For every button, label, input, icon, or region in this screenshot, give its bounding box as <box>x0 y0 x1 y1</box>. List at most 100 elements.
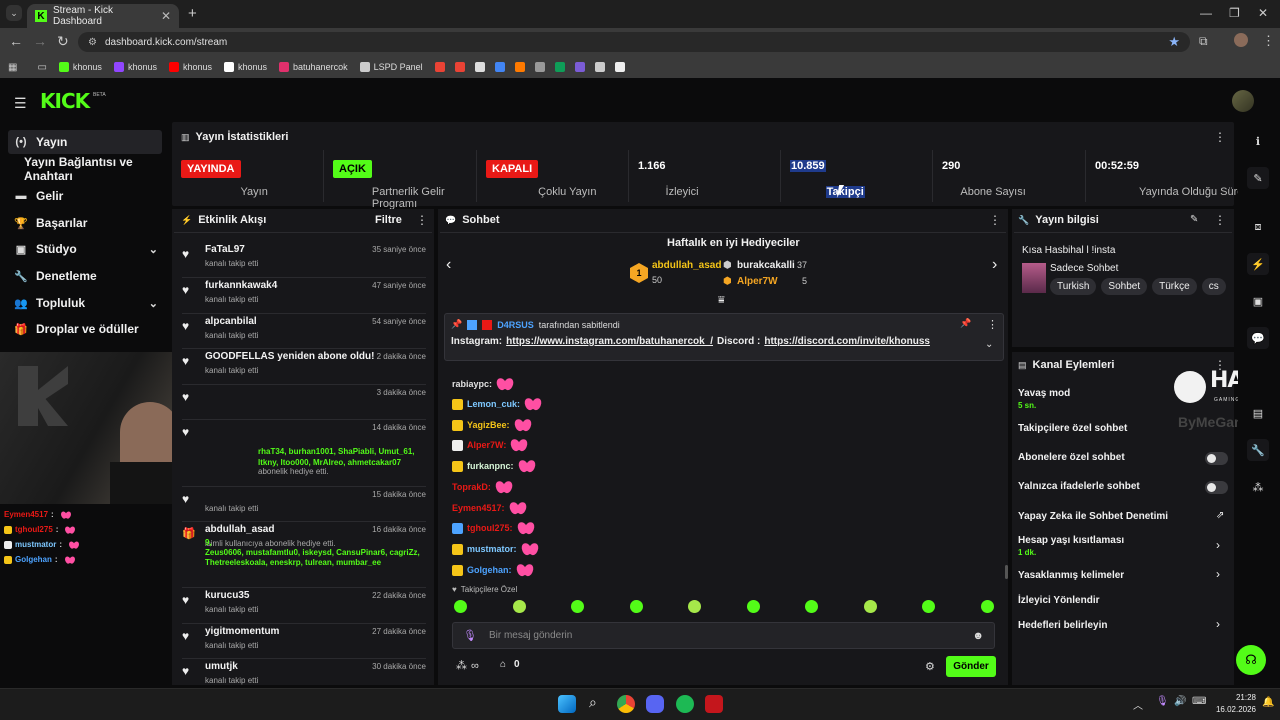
event-username[interactable]: umutjk <box>205 661 238 672</box>
chat-input[interactable]: 🎙 Bir mesaj gönderin ☻ <box>452 622 995 649</box>
chat-message[interactable]: rabiaypc: <box>452 376 514 392</box>
stream-tag[interactable]: Turkish <box>1050 278 1097 295</box>
collapse-pinned-icon[interactable]: ⌄ <box>985 339 993 350</box>
volume-icon[interactable]: 🔊 <box>1174 696 1186 707</box>
category-name[interactable]: Sadece Sohbet <box>1050 263 1118 274</box>
event-username[interactable]: kurucu35 <box>205 590 249 601</box>
wrench-rail-icon[interactable]: 🔧 <box>1247 439 1269 461</box>
external-link-icon[interactable]: ⇗ <box>1216 510 1224 521</box>
viewer-redirect-label[interactable]: İzleyici Yönlendir <box>1018 595 1100 606</box>
channel-points[interactable]: ⁂ ∞ <box>456 659 479 673</box>
browser-tab[interactable]: K Stream - Kick Dashboard ✕ <box>27 4 179 28</box>
sidebar-item[interactable]: 🔧 Denetleme <box>8 264 162 288</box>
network-icon[interactable]: ⌨ <box>1192 696 1206 707</box>
event-item[interactable]: ♥ kurucu35 kanalı takip etti 22 dakika önce <box>182 590 426 626</box>
send-button[interactable]: Gönder <box>946 656 996 677</box>
event-item[interactable]: ♥ FaTaL97 kanalı takip etti 35 saniye önce <box>182 244 426 280</box>
video-icon[interactable]: ▣ <box>1247 290 1269 312</box>
app-bookmark-icon[interactable] <box>514 62 525 72</box>
ai-moderation-label[interactable]: Yapay Zeka ile Sohbet Denetimi <box>1018 511 1168 522</box>
user-avatar[interactable] <box>1232 90 1254 112</box>
account-age-label[interactable]: Hesap yaşı kısıtlaması <box>1018 535 1124 546</box>
sheets-bookmark-icon[interactable] <box>554 62 565 72</box>
chat-message[interactable]: ToprakD: <box>452 479 513 495</box>
forward-button[interactable]: → <box>33 33 47 49</box>
followers-chat-label[interactable]: Takipçilere özel sohbet <box>1018 423 1127 434</box>
quick-emote-icon[interactable] <box>629 600 643 613</box>
sidebar-item[interactable]: (•) Yayın <box>8 130 162 154</box>
quick-emote-icon[interactable] <box>688 600 702 613</box>
maximize-button[interactable]: ❐ <box>1229 6 1240 20</box>
address-bar[interactable]: ⚙ dashboard.kick.com/stream ★ <box>78 32 1190 52</box>
chevron-down-icon[interactable]: ⌄ <box>149 243 158 256</box>
mic-tray-icon[interactable]: 🎙 <box>1156 696 1169 707</box>
event-item[interactable]: ♥ kanalı takip etti 15 dakika önce <box>182 489 426 524</box>
gifter-2-name[interactable]: burakcakalli <box>737 260 795 271</box>
search-icon[interactable]: ⌕ <box>589 694 597 711</box>
quick-emote-icon[interactable] <box>512 600 526 613</box>
expand-gifters-icon[interactable]: ⩸ <box>718 294 725 307</box>
bookmark-item[interactable]: khonus <box>168 62 212 72</box>
sidebar-item[interactable]: Yayın Bağlantısı ve Anahtarı <box>8 155 162 183</box>
spotify-taskbar-icon[interactable] <box>676 695 694 713</box>
category-thumbnail[interactable] <box>1022 263 1046 293</box>
chat-settings-icon[interactable]: ⚙ <box>925 660 935 673</box>
gifter-3-name[interactable]: Alper7W <box>737 276 778 287</box>
chat-message[interactable]: furkanpnc: <box>452 458 536 474</box>
info-icon[interactable]: ℹ <box>1247 130 1269 152</box>
chat-username[interactable]: YagizBee: <box>467 420 510 430</box>
banned-words-label[interactable]: Yasaklanmış kelimeler <box>1018 570 1124 581</box>
event-item[interactable]: ♥ 3 dakika önce <box>182 387 426 422</box>
reload-button[interactable]: ↻ <box>57 33 69 50</box>
sidebar-item[interactable]: ▣ Stüdyo ⌄ <box>8 237 162 261</box>
start-button[interactable] <box>558 695 576 713</box>
notifications-icon[interactable]: 🔔 <box>1262 697 1274 708</box>
chat-username[interactable]: rabiaypc: <box>452 379 492 389</box>
prev-gifters-button[interactable]: ‹ <box>446 256 451 274</box>
app-taskbar-icon[interactable] <box>705 695 723 713</box>
gifter-1-name[interactable]: abdullah_asad <box>652 260 721 271</box>
quick-emote-icon[interactable] <box>746 600 760 613</box>
clock-date[interactable]: 16.02.2026 <box>1208 705 1256 714</box>
lightning-rail-icon[interactable]: ⚡ <box>1247 253 1269 275</box>
set-goals-label[interactable]: Hedefleri belirleyin <box>1018 620 1107 631</box>
chevron-right-icon[interactable]: › <box>1216 567 1220 581</box>
stream-tag[interactable]: Sohbet <box>1101 278 1148 295</box>
next-gifters-button[interactable]: › <box>992 256 997 274</box>
discord-taskbar-icon[interactable] <box>646 695 664 713</box>
minimize-button[interactable]: — <box>1200 6 1212 20</box>
kick-logo[interactable]: KICK <box>40 89 90 113</box>
apps-grid-icon[interactable]: ▦ <box>8 62 17 73</box>
chat-message[interactable]: Alper7W: <box>452 437 528 453</box>
emotes-chat-toggle[interactable] <box>1205 481 1228 494</box>
stream-info-more-icon[interactable]: ⋮ <box>1214 213 1226 227</box>
chat-message[interactable]: Eymen4517: <box>452 500 527 516</box>
bookmark-item[interactable]: khonus <box>58 62 102 72</box>
chat-username[interactable]: furkanpnc: <box>467 461 514 471</box>
event-username[interactable]: FaTaL97 <box>205 244 245 255</box>
profile-avatar[interactable] <box>1234 33 1248 47</box>
chevron-right-icon[interactable]: › <box>1216 538 1220 552</box>
tray-chevron-icon[interactable]: ︿ <box>1133 697 1143 712</box>
chat-message[interactable]: tghoul275: <box>452 520 535 536</box>
stream-tag[interactable]: Türkçe <box>1152 278 1197 295</box>
edit-icon[interactable]: ✎ <box>1247 167 1269 189</box>
event-username[interactable]: alpcanbilal <box>205 316 257 327</box>
pinned-more-icon[interactable]: ⋮ <box>987 318 998 331</box>
sidebar-item[interactable]: ▬ Gelir <box>8 184 162 208</box>
back-button[interactable]: ← <box>9 33 23 49</box>
event-username[interactable]: abdullah_asad <box>205 524 274 535</box>
discord-link[interactable]: https://discord.com/invite/khonuss <box>764 336 930 347</box>
bookmark-item[interactable]: khonus <box>113 62 157 72</box>
extensions-icon[interactable]: ⧉ <box>1199 34 1208 49</box>
event-item[interactable]: ♥ furkannkawak4 kanalı takip etti 47 saniye… <box>182 280 426 316</box>
emoji-picker-icon[interactable]: ☻ <box>972 630 984 642</box>
gmail-bookmark-icon[interactable] <box>434 62 445 72</box>
chat-username[interactable]: Eymen4517: <box>452 503 505 513</box>
bookmark-item[interactable]: batuhanercok <box>279 62 348 72</box>
chat-username[interactable]: tghoul275: <box>467 523 513 533</box>
close-tab-icon[interactable]: ✕ <box>161 9 171 23</box>
quick-emote-icon[interactable] <box>980 600 994 613</box>
bookmark-star-icon[interactable]: ★ <box>1168 34 1180 50</box>
event-username[interactable]: yigitmomentum <box>205 626 279 637</box>
